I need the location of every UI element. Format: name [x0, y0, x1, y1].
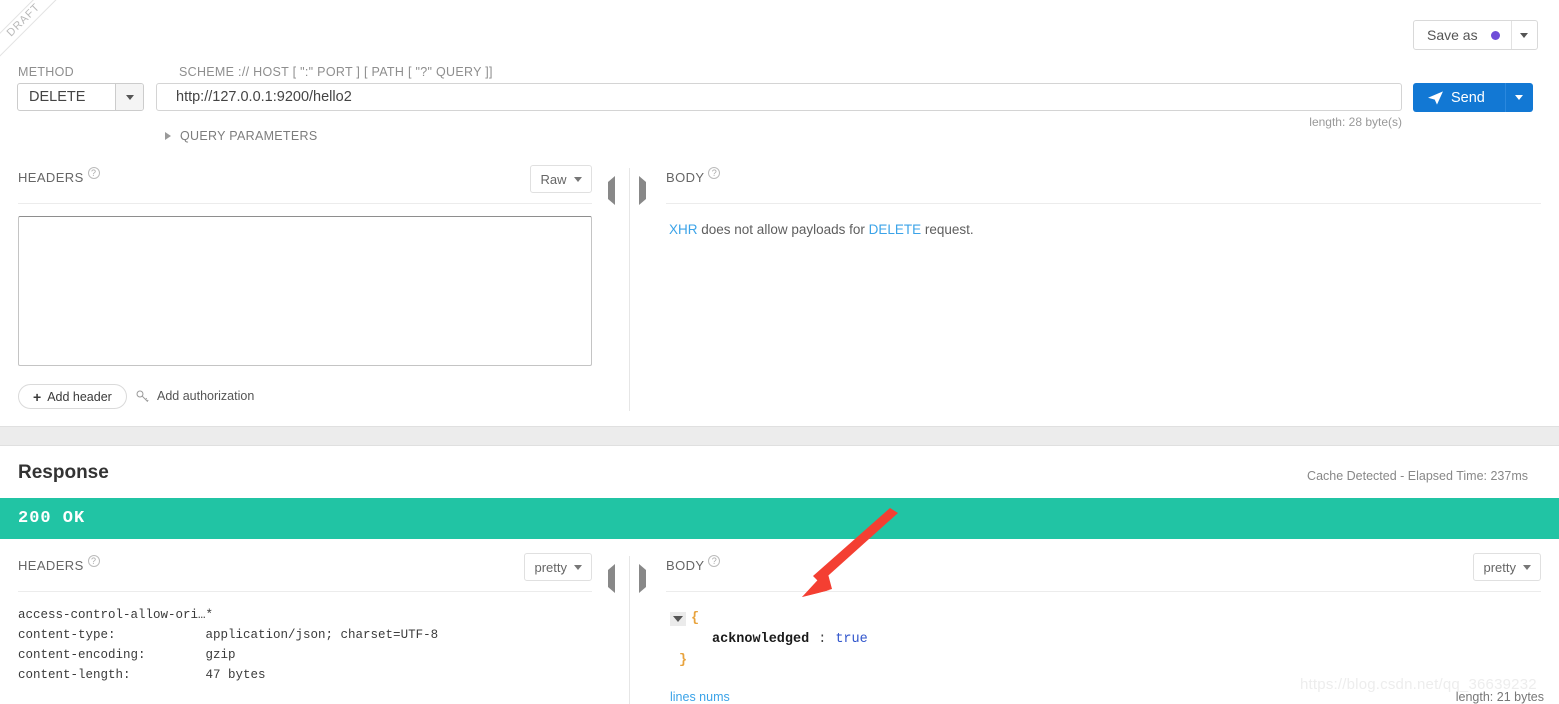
add-header-button[interactable]: + Add header — [18, 384, 127, 409]
table-row: access-control-allow-ori… * — [18, 608, 438, 628]
restlet-client-app: DRAFT Save as METHOD SCHEME :// HOST [ "… — [0, 0, 1559, 704]
collapse-response-left-panel-button[interactable] — [608, 570, 618, 584]
request-body-header: BODY ? — [666, 170, 1541, 204]
json-key: acknowledged — [712, 632, 809, 647]
question-mark-icon[interactable]: ? — [708, 555, 720, 567]
plus-icon: + — [33, 390, 41, 404]
header-value: application/json; charset=UTF-8 — [206, 628, 439, 648]
response-headers-header: HEADERS ? pretty — [18, 558, 592, 592]
triangle-left-icon — [608, 176, 615, 205]
request-headers-title-group: HEADERS ? — [18, 170, 100, 185]
response-body-title: BODY — [666, 558, 704, 573]
response-status-text: 200 OK — [0, 509, 85, 528]
request-body-title: BODY — [666, 170, 704, 185]
json-collapse-toggle[interactable] — [670, 612, 686, 626]
cache-elapsed-info: Cache Detected - Elapsed Time: 237ms — [1140, 469, 1528, 483]
send-button-label: Send — [1451, 90, 1485, 106]
method-select[interactable]: DELETE — [17, 83, 144, 111]
delete-method-link[interactable]: DELETE — [869, 222, 922, 237]
header-key: content-type: — [18, 628, 206, 648]
header-key: access-control-allow-ori… — [18, 608, 206, 628]
triangle-right-icon — [165, 132, 171, 140]
response-body-json-viewer: { acknowledged : true } — [670, 608, 868, 671]
request-body-note-middle: does not allow payloads for — [698, 222, 869, 237]
key-icon — [136, 390, 149, 403]
json-property-row: acknowledged : true — [670, 629, 868, 650]
response-body-title-group: BODY ? — [666, 558, 720, 573]
send-dropdown-button[interactable] — [1506, 83, 1533, 112]
response-headers-format-label: pretty — [534, 560, 567, 575]
question-mark-icon[interactable]: ? — [88, 555, 100, 567]
save-as-dropdown-button[interactable] — [1512, 21, 1537, 49]
chevron-down-icon — [574, 177, 582, 182]
response-headers-format-button[interactable]: pretty — [524, 553, 592, 581]
draft-ribbon-label: DRAFT — [0, 0, 58, 58]
chevron-down-icon — [574, 565, 582, 570]
paper-plane-icon — [1428, 91, 1443, 105]
json-colon: : — [809, 632, 835, 647]
draft-ribbon: DRAFT — [0, 0, 58, 58]
response-headers-title-group: HEADERS ? — [18, 558, 100, 573]
triangle-left-icon — [608, 564, 615, 593]
lines-nums-link[interactable]: lines nums — [670, 690, 730, 704]
query-parameters-label: QUERY PARAMETERS — [180, 129, 317, 143]
response-headers-title: HEADERS — [18, 558, 84, 573]
send-group[interactable]: Send — [1413, 83, 1533, 112]
save-as-label: Save as — [1427, 27, 1478, 43]
response-title: Response — [18, 462, 109, 484]
xhr-link[interactable]: XHR — [669, 222, 698, 237]
header-value: 47 bytes — [206, 668, 439, 688]
response-status-bar: 200 OK — [0, 498, 1559, 539]
send-button[interactable]: Send — [1413, 83, 1506, 112]
json-value: true — [835, 632, 867, 647]
url-input[interactable] — [156, 83, 1402, 111]
request-headers-format-label: Raw — [540, 172, 566, 187]
response-body-format-button[interactable]: pretty — [1473, 553, 1541, 581]
table-row: content-encoding: gzip — [18, 648, 438, 668]
method-select-arrow[interactable] — [115, 84, 143, 110]
json-open-row: { — [670, 608, 868, 629]
request-headers-header: HEADERS ? Raw — [18, 170, 592, 204]
table-row: content-length: 47 bytes — [18, 668, 438, 688]
chevron-down-icon — [1515, 95, 1523, 100]
header-value: gzip — [206, 648, 439, 668]
question-mark-icon[interactable]: ? — [88, 167, 100, 179]
save-as-group[interactable]: Save as — [1413, 20, 1538, 50]
json-close-row: } — [670, 650, 868, 671]
header-key: content-encoding: — [18, 648, 206, 668]
request-body-panel: BODY ? — [630, 170, 1559, 420]
request-headers-title: HEADERS — [18, 170, 84, 185]
response-body-length-label: length: 21 bytes — [1300, 690, 1544, 704]
response-body-header: BODY ? pretty — [666, 558, 1541, 592]
request-body-note: XHR does not allow payloads for DELETE r… — [669, 222, 974, 237]
header-key: content-length: — [18, 668, 206, 688]
question-mark-icon[interactable]: ? — [708, 167, 720, 179]
chevron-down-icon — [126, 95, 134, 100]
request-body-note-suffix: request. — [921, 222, 974, 237]
json-open-brace: { — [691, 611, 699, 626]
triangle-down-icon — [673, 616, 683, 622]
table-row: content-type: application/json; charset=… — [18, 628, 438, 648]
query-parameters-toggle[interactable]: QUERY PARAMETERS — [165, 129, 317, 143]
method-label: METHOD — [18, 65, 74, 79]
method-select-value: DELETE — [18, 84, 115, 110]
chevron-down-icon — [1523, 565, 1531, 570]
add-authorization-label: Add authorization — [157, 389, 254, 403]
save-as-button[interactable]: Save as — [1414, 21, 1512, 49]
add-authorization-button[interactable]: Add authorization — [136, 389, 254, 403]
chevron-down-icon — [1520, 33, 1528, 38]
request-body-title-group: BODY ? — [666, 170, 720, 185]
section-separator — [0, 426, 1559, 446]
add-header-label: Add header — [47, 390, 112, 404]
response-headers-table: access-control-allow-ori… * content-type… — [18, 608, 438, 688]
header-value: * — [206, 608, 439, 628]
request-headers-textarea[interactable] — [18, 216, 592, 366]
url-length-label: length: 28 byte(s) — [1156, 115, 1402, 129]
url-label: SCHEME :// HOST [ ":" PORT ] [ PATH [ "?… — [179, 65, 493, 79]
json-close-brace: } — [679, 653, 687, 668]
response-body-format-label: pretty — [1483, 560, 1516, 575]
request-headers-format-button[interactable]: Raw — [530, 165, 592, 193]
collapse-left-panel-button[interactable] — [608, 182, 618, 196]
unsaved-indicator-dot — [1491, 31, 1500, 40]
